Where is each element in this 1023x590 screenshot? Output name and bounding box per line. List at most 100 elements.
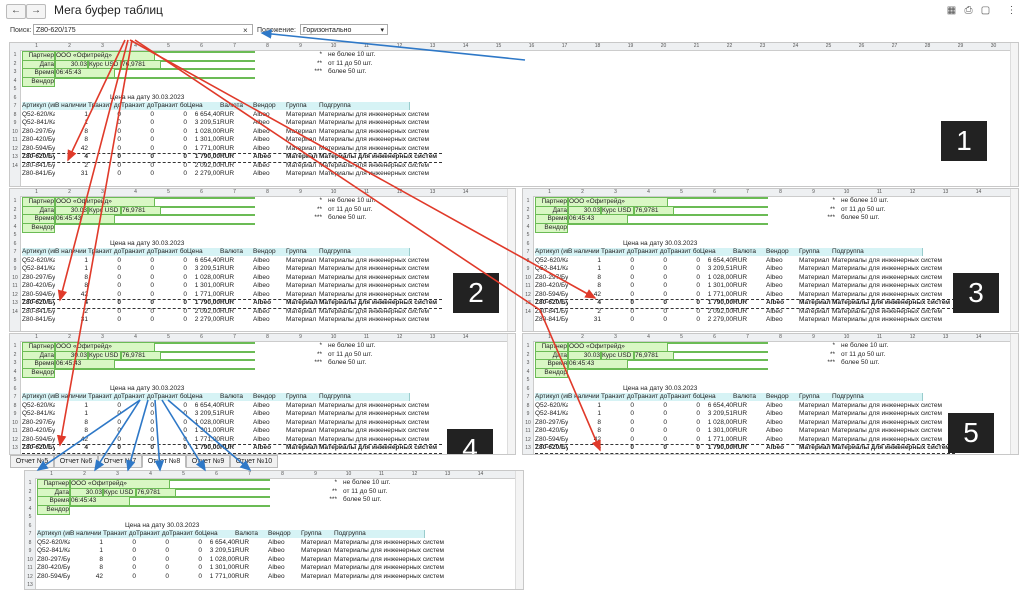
tab-report-5[interactable]: Отчет №5 xyxy=(10,455,54,468)
table-cell: Материал xyxy=(286,153,319,161)
tab-report-7[interactable]: Отчет №7 xyxy=(98,455,142,468)
column-title: В наличии xyxy=(55,102,89,110)
note-text: более 50 шт. xyxy=(328,359,408,367)
column-title: Подгруппа xyxy=(832,248,923,256)
tab-report-9[interactable]: Отчет №9 xyxy=(186,455,230,468)
table-cell: 2 xyxy=(55,308,88,316)
row-header: 1234567891011121314 xyxy=(10,196,21,331)
table-cell: 0 xyxy=(667,308,700,316)
table-cell: 0 xyxy=(154,316,187,324)
table-cell: 0 xyxy=(667,402,700,410)
table-cell: RUR xyxy=(220,170,253,178)
more-icon[interactable]: ⋮ xyxy=(1006,5,1017,16)
rate-fill xyxy=(674,351,768,353)
report-sheet[interactable]: 12345678910111213141234567891011121314Па… xyxy=(522,333,1019,455)
column-number: 12 xyxy=(383,189,416,195)
report-sheet[interactable]: 12345678910111213141234567891011121314Па… xyxy=(9,188,516,332)
row-number: 10 xyxy=(10,274,20,282)
table-cell: Материал xyxy=(799,257,832,265)
column-title: Артикул (именован xyxy=(22,248,56,256)
vendor-label: Вендор xyxy=(37,505,70,515)
table-cell: 2 092,00 xyxy=(187,162,220,170)
report-sheet[interactable]: 12345678910111213141234567891011121314Па… xyxy=(522,188,1019,332)
table-cell: 0 xyxy=(601,427,634,435)
rate-fill xyxy=(161,60,255,62)
copy-icon[interactable]: ▢ xyxy=(980,5,991,16)
report-sheet[interactable]: 12345678910111213141234567891011121314Па… xyxy=(24,470,524,590)
table-cell: Z80-594/Бумага А xyxy=(22,145,55,153)
vertical-scrollbar[interactable] xyxy=(515,471,523,589)
tab-report-6[interactable]: Отчет №6 xyxy=(54,455,98,468)
table-cell: Q52-841/Калька А xyxy=(22,410,55,418)
column-title: Артикул (именован xyxy=(37,530,71,538)
table-cell: 4 xyxy=(568,299,601,307)
vertical-scrollbar[interactable] xyxy=(507,334,515,454)
table-cell: 0 xyxy=(601,291,634,299)
table-cell: Z80-841/Бумага А xyxy=(22,170,55,178)
vertical-scrollbar[interactable] xyxy=(1010,189,1018,331)
table-cell: Z80-297/Бумага А xyxy=(22,128,55,136)
clear-search-button[interactable]: × xyxy=(243,26,248,35)
table-cell: Albeo xyxy=(766,410,799,418)
tab-report-8[interactable]: Отчет №8 xyxy=(142,455,186,468)
table-cell: 0 xyxy=(121,282,154,290)
table-cell: Материал xyxy=(799,444,832,452)
table-cell: Z80-841/Бумага А xyxy=(535,316,568,324)
table-cell: 0 xyxy=(154,136,187,144)
table-cell: 4 xyxy=(55,299,88,307)
table-cell: 6 654,40 xyxy=(187,111,220,119)
table-cell: 3 209,51 xyxy=(187,265,220,273)
back-button[interactable]: ← xyxy=(6,4,26,19)
table-cell: 6 654,40 xyxy=(187,402,220,410)
table-cell: Материал xyxy=(286,444,319,452)
table-cell: 0 xyxy=(601,282,634,290)
table-cell: Материал xyxy=(799,265,832,273)
forward-button[interactable]: → xyxy=(26,4,46,19)
table-cell: 0 xyxy=(667,444,700,452)
table-cell: 6 654,40 xyxy=(700,402,733,410)
table-cell: 1 xyxy=(55,119,88,127)
vertical-scrollbar[interactable] xyxy=(507,189,515,331)
column-number: 9 xyxy=(284,334,317,340)
column-number: 5 xyxy=(665,334,698,340)
position-select[interactable]: Горизонтально ▾ xyxy=(300,24,388,35)
column-number: 30 xyxy=(977,43,1010,49)
report-sheet[interactable]: 1234567891011121314151617181920212223242… xyxy=(9,42,1019,187)
table-cell: Albeo xyxy=(253,419,286,427)
table-cell: 1 301,00 xyxy=(187,427,220,435)
table-cell: 1 301,00 xyxy=(187,282,220,290)
table-cell: 8 xyxy=(55,274,88,282)
row-number: 14 xyxy=(10,162,20,170)
column-header: 1234567891011121314 xyxy=(10,189,515,197)
report-sheet[interactable]: 12345678910111213141234567891011121314Па… xyxy=(9,333,516,455)
row-number: 11 xyxy=(523,282,533,290)
table-cell: 0 xyxy=(103,539,136,547)
table-cell: Albeo xyxy=(253,257,286,265)
row-number: 3 xyxy=(25,496,35,504)
column-title: Валюта xyxy=(220,102,254,110)
row-number: 12 xyxy=(10,436,20,444)
vertical-scrollbar[interactable] xyxy=(1010,334,1018,454)
print-icon[interactable]: ⎙ xyxy=(963,5,974,16)
table-cell: Материалы для инженерных систем xyxy=(319,257,469,265)
search-input[interactable]: Z80-620/175 xyxy=(33,24,253,35)
table-cell: Q52-841/Калька А xyxy=(22,265,55,273)
table-cell: 0 xyxy=(154,427,187,435)
tab-report-10[interactable]: Отчет №10 xyxy=(230,455,278,468)
vertical-scrollbar[interactable] xyxy=(1010,43,1018,186)
row-number: 12 xyxy=(10,145,20,153)
table-cell: RUR xyxy=(733,291,766,299)
partner-fill xyxy=(668,197,768,199)
table-cell: Z80-297/Бумага А xyxy=(37,556,70,564)
table-cell: Q52-620/Калька А xyxy=(22,257,55,265)
table-cell: Z80-594/Бумага А xyxy=(37,573,70,581)
row-number: 2 xyxy=(10,351,20,359)
column-header: 1234567891011121314151617181920212223242… xyxy=(10,43,1018,51)
grid-icon[interactable]: ▦ xyxy=(946,5,957,16)
column-title: Группа xyxy=(286,393,320,401)
column-number: 10 xyxy=(830,189,863,195)
table-cell: 8 xyxy=(55,136,88,144)
table-cell: Albeo xyxy=(253,436,286,444)
table-cell: 1 301,00 xyxy=(187,136,220,144)
table-cell: 1 xyxy=(55,111,88,119)
